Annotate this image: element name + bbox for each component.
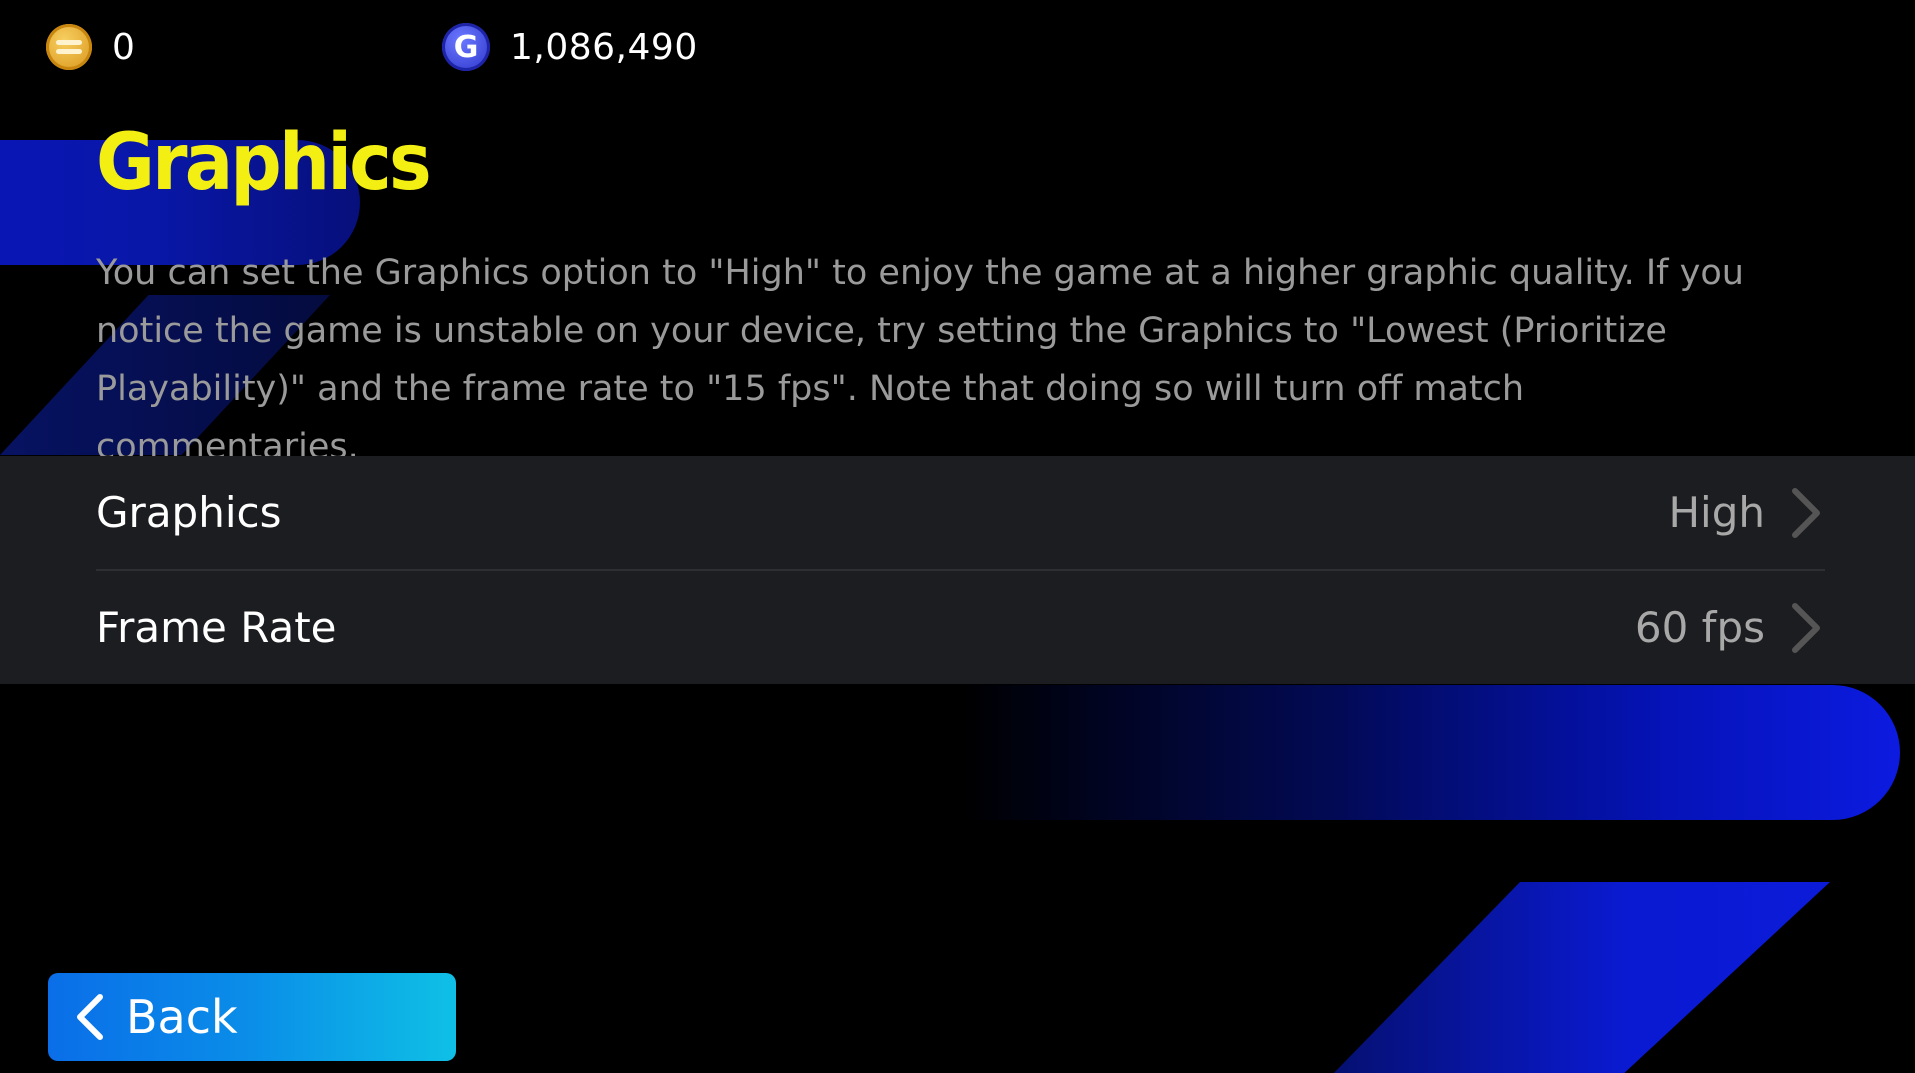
setting-label: Frame Rate <box>96 603 337 652</box>
page-description: You can set the Graphics option to "High… <box>96 253 1744 467</box>
coin-balance-value: 0 <box>112 26 136 68</box>
gp-balance: G 1,086,490 <box>442 22 698 72</box>
graphics-setting-row[interactable]: Graphics High <box>96 456 1825 571</box>
coin-balance: 0 <box>46 22 135 72</box>
chevron-right-icon <box>1792 602 1820 653</box>
background-decoration <box>1330 882 1830 1073</box>
back-button[interactable]: Back <box>48 973 456 1061</box>
settings-list: Graphics High Frame Rate 60 fps <box>0 456 1915 684</box>
back-button-label: Back <box>126 990 238 1044</box>
gp-icon: G <box>442 23 490 71</box>
frame-rate-setting-row[interactable]: Frame Rate 60 fps <box>96 571 1825 684</box>
page-title: Graphics <box>96 118 432 208</box>
coin-icon <box>46 24 92 70</box>
graphics-settings-screen: 0 G 1,086,490 Graphics You can set the G… <box>0 0 1915 1073</box>
chevron-right-icon <box>1792 487 1820 538</box>
background-decoration <box>960 685 1900 820</box>
setting-value: 60 fps <box>1634 603 1765 652</box>
chevron-left-icon <box>77 994 103 1040</box>
setting-label: Graphics <box>96 488 282 537</box>
gp-balance-value: 1,086,490 <box>510 26 698 68</box>
setting-value: High <box>1668 488 1765 537</box>
